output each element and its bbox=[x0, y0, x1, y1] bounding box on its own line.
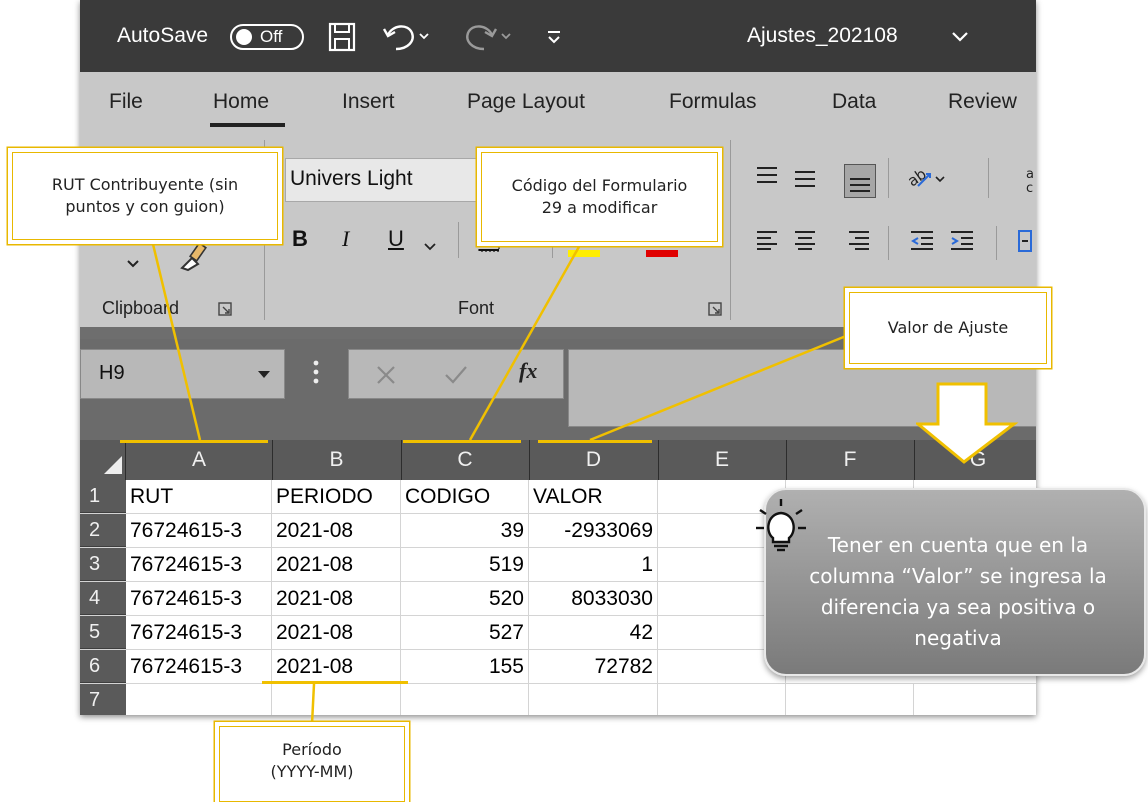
arrow-down-icon bbox=[916, 382, 1019, 464]
callout-valor: Valor de Ajuste bbox=[849, 292, 1047, 364]
callout-rut: RUT Contribuyente (sin puntos y con guio… bbox=[12, 152, 278, 240]
highlight-line-col-a bbox=[120, 440, 268, 443]
callout-rut-text: RUT Contribuyente (sin puntos y con guio… bbox=[51, 175, 239, 216]
callout-codigo-text: Código del Formulario 29 a modificar bbox=[511, 176, 688, 217]
tip-text: Tener en cuenta que en la columna “Valor… bbox=[809, 533, 1107, 650]
tip-box: Tener en cuenta que en la columna “Valor… bbox=[764, 488, 1146, 676]
highlight-line-periodo bbox=[262, 681, 408, 684]
highlight-line-col-c bbox=[403, 440, 521, 443]
callout-codigo: Código del Formulario 29 a modificar bbox=[481, 152, 718, 242]
lightbulb-icon bbox=[756, 498, 806, 552]
callout-periodo: Período (YYYY-MM) bbox=[219, 726, 405, 802]
highlight-line-col-d bbox=[538, 440, 652, 443]
callout-valor-text: Valor de Ajuste bbox=[887, 318, 1009, 338]
callout-periodo-text: Período (YYYY-MM) bbox=[270, 740, 354, 781]
